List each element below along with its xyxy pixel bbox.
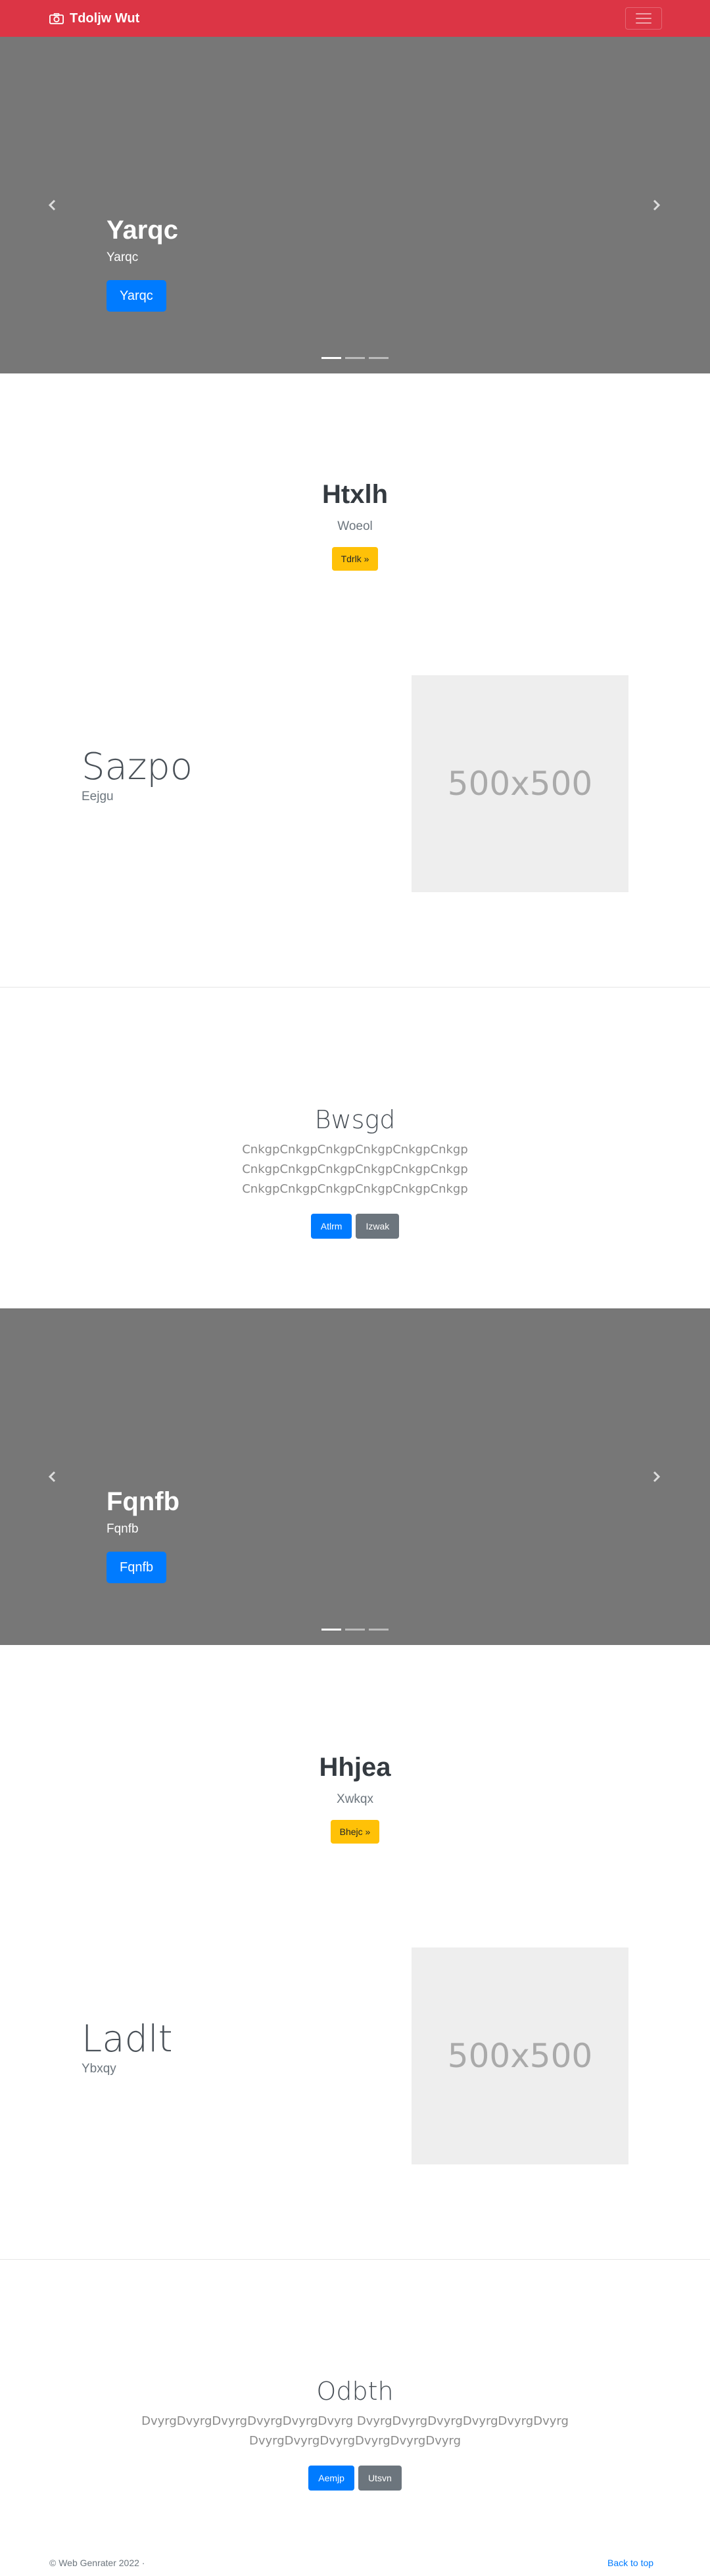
navbar-brand[interactable]: Tdoljw Wut: [49, 0, 139, 37]
carousel-cta-button[interactable]: Fqnfb: [106, 1552, 167, 1583]
feature-image-placeholder: 500x500: [412, 675, 628, 892]
navbar: Tdoljw Wut: [0, 0, 710, 37]
feature-image-placeholder: 500x500: [412, 1947, 628, 2164]
content-section: Odbth DvyrgDvyrgDvyrgDvyrgDvyrgDvyrg Dvy…: [0, 2376, 710, 2491]
hamburger-icon: [636, 13, 651, 24]
carousel-hero: Yarqc Yarqc Yarqc: [0, 37, 710, 373]
carousel-subtitle: Yarqc: [106, 250, 139, 264]
feature-text: Ladlt Ybxqy: [82, 2018, 173, 2076]
brand-name: Tdoljw Wut: [70, 11, 140, 26]
section-buttons: Atlrm Izwak: [0, 1214, 710, 1239]
section-body-line: DvyrgDvyrgDvyrgDvyrgDvyrgDvyrg: [248, 2434, 462, 2448]
feature-row: Ladlt Ybxqy 500x500: [0, 1947, 710, 2164]
feature-row: Sazpo Eejgu 500x500: [0, 675, 710, 892]
jumbotron: Hhjea Xwkqx Bhejc »: [0, 1752, 710, 1844]
content-section: Bwsgd CnkgpCnkgpCnkgpCnkgpCnkgpCnkgp Cnk…: [0, 1105, 710, 1239]
section-title: Bwsgd: [314, 1105, 396, 1134]
feature-subheading: Ybxqy: [82, 2062, 116, 2076]
chevron-right-icon: [653, 199, 661, 211]
carousel-indicators: [0, 357, 710, 359]
section-body: DvyrgDvyrgDvyrgDvyrgDvyrgDvyrg DvyrgDvyr…: [0, 2412, 710, 2451]
divider: [0, 987, 710, 988]
jumbotron-lead: Xwkqx: [337, 1792, 373, 1806]
jumbotron-button[interactable]: Tdrlk »: [331, 547, 379, 571]
carousel-indicator-2[interactable]: [345, 1629, 365, 1631]
carousel-next-button[interactable]: [643, 192, 669, 218]
carousel-indicator-1[interactable]: [321, 357, 341, 359]
secondary-button[interactable]: Utsvn: [358, 2466, 402, 2491]
carousel-prev-button[interactable]: [39, 192, 66, 218]
carousel-next-button[interactable]: [643, 1464, 669, 1490]
carousel-indicator-2[interactable]: [345, 357, 365, 359]
feature-heading: Sazpo: [82, 746, 193, 788]
section-buttons: Aemjp Utsvn: [0, 2466, 710, 2491]
navbar-toggler[interactable]: [625, 7, 662, 30]
carousel-caption: Fqnfb Fqnfb Fqnfb: [106, 1486, 179, 1583]
jumbotron-lead: Woeol: [337, 519, 373, 533]
section-body-line: DvyrgDvyrgDvyrgDvyrgDvyrgDvyrg DvyrgDvyr…: [141, 2414, 569, 2428]
section-body: CnkgpCnkgpCnkgpCnkgpCnkgpCnkgp CnkgpCnkg…: [0, 1140, 710, 1199]
primary-button[interactable]: Aemjp: [308, 2466, 354, 2491]
carousel-indicator-3[interactable]: [369, 357, 389, 359]
jumbotron-title: Hhjea: [319, 1753, 391, 1782]
carousel-subtitle: Fqnfb: [106, 1522, 139, 1536]
feature-subheading: Eejgu: [82, 790, 114, 803]
carousel-caption: Yarqc Yarqc Yarqc: [106, 214, 178, 312]
primary-button[interactable]: Atlrm: [310, 1214, 352, 1239]
carousel-title: Yarqc: [106, 216, 178, 245]
carousel-prev-button[interactable]: [39, 1464, 66, 1490]
carousel-title: Fqnfb: [106, 1487, 180, 1516]
chevron-left-icon: [48, 199, 56, 211]
carousel-indicators: [0, 1629, 710, 1631]
feature-text: Sazpo Eejgu: [82, 746, 193, 804]
back-to-top-link[interactable]: Back to top: [607, 2558, 653, 2568]
carousel-cta-button[interactable]: Yarqc: [106, 280, 166, 312]
carousel-indicator-3[interactable]: [369, 1629, 389, 1631]
carousel-hero: Fqnfb Fqnfb Fqnfb: [0, 1308, 710, 1645]
section-body-line: CnkgpCnkgpCnkgpCnkgpCnkgpCnkgp: [242, 1182, 468, 1196]
secondary-button[interactable]: Izwak: [356, 1214, 400, 1239]
chevron-left-icon: [48, 1471, 56, 1483]
camera-icon: [49, 12, 64, 24]
footer: © Web Genrater 2022 · Back to top: [0, 2555, 710, 2576]
feature-heading: Ladlt: [82, 2018, 173, 2061]
divider: [0, 2259, 710, 2260]
section-body-line: CnkgpCnkgpCnkgpCnkgpCnkgpCnkgp: [242, 1143, 468, 1157]
chevron-right-icon: [653, 1471, 661, 1483]
carousel-indicator-1[interactable]: [321, 1629, 341, 1631]
section-title: Odbth: [316, 2377, 394, 2406]
jumbotron-button[interactable]: Bhejc »: [330, 1820, 380, 1844]
jumbotron-title: Htxlh: [322, 480, 388, 509]
footer-copyright: © Web Genrater 2022 ·: [49, 2558, 145, 2568]
jumbotron: Htxlh Woeol Tdrlk »: [0, 479, 710, 571]
section-body-line: CnkgpCnkgpCnkgpCnkgpCnkgpCnkgp: [242, 1162, 468, 1176]
